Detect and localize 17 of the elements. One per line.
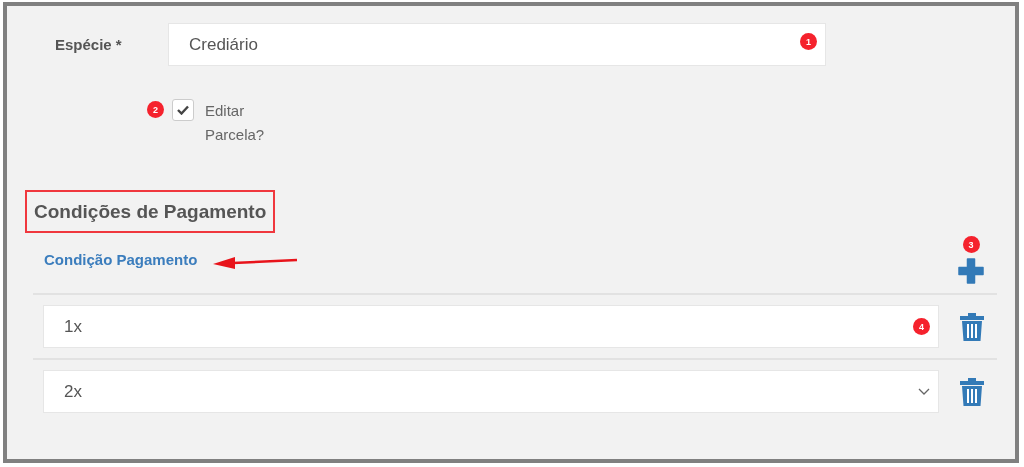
trash-icon[interactable] — [959, 311, 985, 342]
trash-icon[interactable] — [959, 376, 985, 407]
chevron-down-icon — [918, 387, 930, 396]
checkbox[interactable] — [172, 99, 194, 121]
section-title: Condições de Pagamento — [25, 190, 276, 233]
add-icon[interactable] — [957, 257, 985, 285]
number-badge: 4 — [913, 318, 930, 335]
number-badge: 3 — [962, 236, 980, 253]
select-field[interactable]: Crediário 1 — [168, 23, 826, 66]
number-badge: 2 — [147, 101, 164, 118]
check-icon — [177, 105, 189, 115]
number-badge: 1 — [800, 33, 817, 50]
field-label: Espécie * — [54, 36, 123, 53]
select-field[interactable]: 2x — [43, 370, 939, 413]
checkbox-label: Editar Parcela? — [205, 101, 266, 145]
column-header: Condição Pagamento — [44, 251, 198, 268]
select-field[interactable]: 1x 4 — [43, 305, 939, 348]
